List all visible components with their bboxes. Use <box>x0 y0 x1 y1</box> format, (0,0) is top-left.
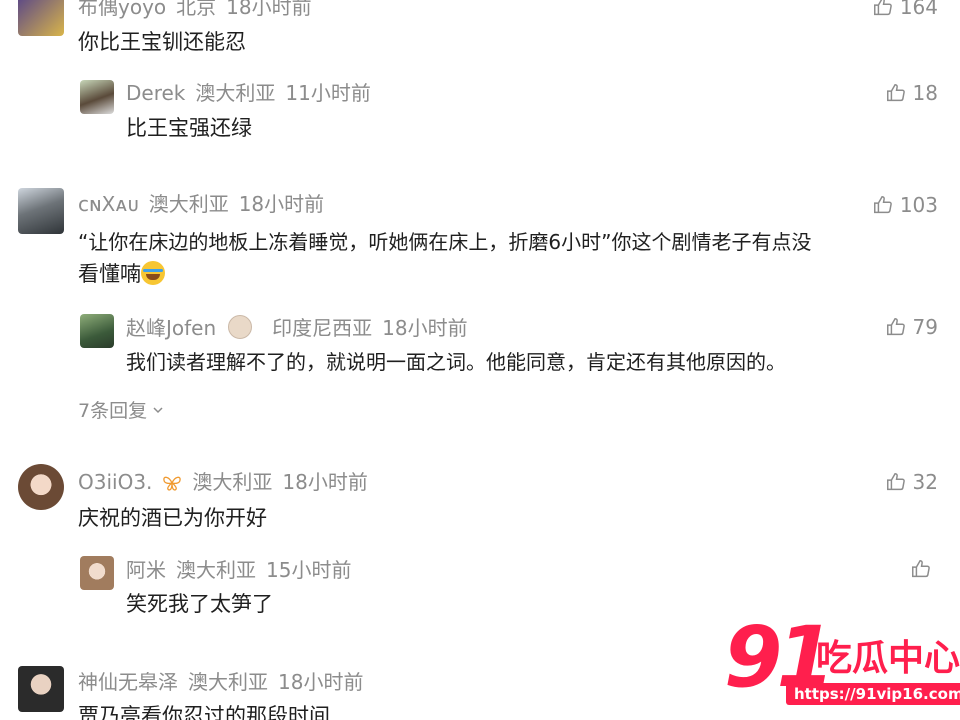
like-count: 32 <box>912 470 938 494</box>
comment-text-line-1: “让你在床边的地板上冻着睡觉，听她俩在床上，折磨6小时”你这个剧情老子有点没 <box>78 230 812 254</box>
comment-text-line-2: 看懂喃 <box>78 258 165 290</box>
timestamp: 18小时前 <box>382 316 468 340</box>
username[interactable]: 神仙无皋泽 <box>78 670 178 694</box>
location: 澳大利亚 <box>188 670 268 694</box>
thumbs-up-icon <box>886 318 905 336</box>
reply-text: 笑死我了太笋了 <box>126 592 273 616</box>
thumbs-up-icon <box>912 560 930 578</box>
laughing-tears-emoji-icon <box>141 261 165 285</box>
thumbs-up-icon <box>886 473 905 491</box>
comment-meta: 布偶yoyo 北京 18小时前 <box>78 0 322 19</box>
avatar[interactable] <box>18 188 64 234</box>
location: 北京 <box>176 0 217 19</box>
timestamp: 11小时前 <box>285 81 371 105</box>
like-button[interactable]: 79 <box>885 314 938 340</box>
thumbs-up-icon <box>886 84 905 102</box>
thumbs-up-icon <box>873 196 892 214</box>
location: 澳大利亚 <box>176 558 256 582</box>
reply-text: 比王宝强还绿 <box>126 116 252 140</box>
like-button[interactable]: 164 <box>872 0 938 20</box>
avatar[interactable] <box>80 556 114 590</box>
location: 印度尼西亚 <box>272 316 373 340</box>
like-button[interactable]: 18 <box>885 80 938 106</box>
username[interactable]: 赵峰Jofen <box>126 315 262 340</box>
timestamp: 18小时前 <box>278 670 364 694</box>
watermark-logo: 91 吃瓜中心 https://91vip16.com <box>724 615 960 720</box>
reply-meta: 阿米 澳大利亚 15小时前 <box>126 558 361 582</box>
timestamp: 18小时前 <box>226 0 312 19</box>
like-count: 79 <box>912 315 938 339</box>
expand-replies-link[interactable]: 7条回复 <box>78 396 165 423</box>
location: 澳大利亚 <box>192 470 273 494</box>
username[interactable]: cɴXᴀᴜ <box>78 192 139 216</box>
grandma-emoji-icon <box>228 315 253 339</box>
butterfly-icon <box>163 476 182 491</box>
username[interactable]: Derek <box>126 81 185 105</box>
timestamp: 15小时前 <box>266 558 352 582</box>
avatar[interactable] <box>80 314 114 348</box>
username[interactable]: 阿米 <box>126 558 166 582</box>
chevron-down-icon <box>153 406 163 413</box>
like-count: 164 <box>899 0 938 19</box>
reply-meta: Derek 澳大利亚 11小时前 <box>126 81 381 105</box>
username[interactable]: 布偶yoyo <box>78 0 166 19</box>
like-count: 103 <box>899 193 938 217</box>
like-button[interactable]: 103 <box>872 192 938 218</box>
like-button[interactable] <box>910 556 938 582</box>
avatar[interactable] <box>18 0 64 36</box>
like-button[interactable]: 32 <box>885 469 938 495</box>
comment-text: 贾乃亮看你忍过的那段时间 <box>78 704 330 720</box>
thumbs-up-icon <box>873 0 892 16</box>
comment-text: 庆祝的酒已为你开好 <box>78 506 267 530</box>
comment-meta: O3iiO3. 澳大利亚 18小时前 <box>78 470 378 494</box>
reply-text: 我们读者理解不了的，就说明一面之词。他能同意，肯定还有其他原因的。 <box>126 350 786 374</box>
timestamp: 18小时前 <box>282 470 368 494</box>
comment-text: 你比王宝钏还能忍 <box>78 30 246 54</box>
avatar[interactable] <box>18 464 64 510</box>
watermark-text: 吃瓜中心 <box>816 638 960 679</box>
timestamp: 18小时前 <box>238 192 325 216</box>
comment-meta: cɴXᴀᴜ 澳大利亚 18小时前 <box>78 192 334 216</box>
like-count: 18 <box>912 81 938 105</box>
avatar[interactable] <box>18 666 64 712</box>
comment-meta: 神仙无皋泽 澳大利亚 18小时前 <box>78 670 373 694</box>
reply-meta: 赵峰Jofen 印度尼西亚 18小时前 <box>126 315 478 340</box>
location: 澳大利亚 <box>148 192 229 216</box>
comment-text: 看懂喃 <box>78 262 141 286</box>
avatar[interactable] <box>80 80 114 114</box>
comment-feed: 布偶yoyo 北京 18小时前 164 你比王宝钏还能忍 Derek 澳大利亚 11小时… <box>0 0 960 720</box>
location: 澳大利亚 <box>195 81 276 105</box>
username[interactable]: O3iiO3. <box>78 470 182 494</box>
watermark-url: https://91vip16.com <box>786 683 960 705</box>
expand-replies-label: 7条回复 <box>78 400 148 422</box>
